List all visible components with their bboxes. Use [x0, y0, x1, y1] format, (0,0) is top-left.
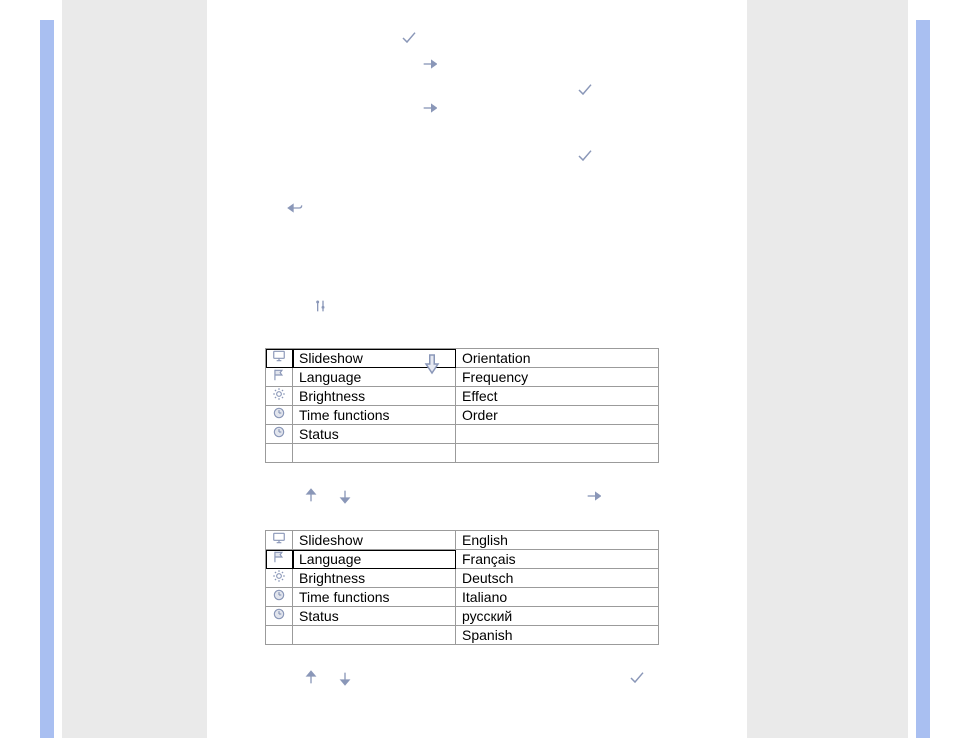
table-row: LanguageFrequency	[266, 368, 659, 387]
check-icon	[629, 670, 645, 686]
arrow-up-icon	[303, 488, 319, 504]
table-row: Statusрусский	[266, 607, 659, 626]
table-row: BrightnessEffect	[266, 387, 659, 406]
submenu-item-label: русский	[456, 607, 659, 626]
monitor-icon	[266, 531, 293, 550]
menu-item-label: Status	[293, 425, 456, 444]
check-icon	[401, 30, 417, 46]
submenu-item-label: English	[456, 531, 659, 550]
menu-item-label: Language	[293, 550, 456, 569]
submenu-item-label: Orientation	[456, 349, 659, 368]
language-settings-table: SlideshowEnglishLanguageFrançaisBrightne…	[265, 530, 659, 645]
clock-icon	[266, 425, 293, 444]
submenu-item-label: Deutsch	[456, 569, 659, 588]
arrow-down-icon	[337, 488, 353, 504]
slideshow-settings-table: SlideshowOrientationLanguageFrequencyBri…	[265, 348, 659, 463]
menu-item-label	[293, 626, 456, 645]
check-icon	[577, 148, 593, 164]
nav-row-slideshow-left	[303, 488, 353, 504]
submenu-item-label: Spanish	[456, 626, 659, 645]
table-row: Spanish	[266, 626, 659, 645]
menu-item-label	[293, 444, 456, 463]
table-row: LanguageFrançais	[266, 550, 659, 569]
nav-row-language-right	[629, 670, 645, 686]
menu-item-label: Brightness	[293, 387, 456, 406]
nav-row-language-left	[303, 670, 353, 686]
arrow-up-icon	[303, 670, 319, 686]
monitor-icon	[266, 349, 293, 368]
document-page: SlideshowOrientationLanguageFrequencyBri…	[207, 0, 747, 738]
menu-item-label: Time functions	[293, 406, 456, 425]
flag-icon	[266, 550, 293, 569]
brightness-icon	[266, 569, 293, 588]
empty-icon	[266, 626, 293, 645]
check-icon	[577, 82, 593, 98]
menu-item-label: Status	[293, 607, 456, 626]
nav-row-slideshow-right	[585, 488, 601, 504]
table-row: Status	[266, 425, 659, 444]
submenu-item-label	[456, 444, 659, 463]
submenu-item-label: Italiano	[456, 588, 659, 607]
brightness-icon	[266, 387, 293, 406]
arrow-down-overlay-icon	[423, 353, 441, 375]
submenu-item-label: Français	[456, 550, 659, 569]
menu-item-label: Time functions	[293, 588, 456, 607]
submenu-item-label: Order	[456, 406, 659, 425]
table-row: SlideshowOrientation	[266, 349, 659, 368]
arrow-right-icon	[585, 488, 601, 504]
arrow-down-icon	[337, 670, 353, 686]
arrow-back-icon	[287, 200, 303, 216]
arrow-right-icon	[421, 56, 437, 72]
table-row: Time functionsItaliano	[266, 588, 659, 607]
menu-item-label: Brightness	[293, 569, 456, 588]
menu-item-label: Slideshow	[293, 531, 456, 550]
table-row: BrightnessDeutsch	[266, 569, 659, 588]
submenu-item-label: Frequency	[456, 368, 659, 387]
clock-icon	[266, 607, 293, 626]
submenu-item-label: Effect	[456, 387, 659, 406]
settings-icon	[313, 298, 329, 314]
table-row	[266, 444, 659, 463]
table-row: SlideshowEnglish	[266, 531, 659, 550]
table-row: Time functionsOrder	[266, 406, 659, 425]
empty-icon	[266, 444, 293, 463]
page-margin-right	[916, 20, 930, 738]
clock-icon	[266, 588, 293, 607]
arrow-right-icon	[421, 100, 437, 116]
page-margin-left	[40, 20, 54, 738]
clock-icon	[266, 406, 293, 425]
flag-icon	[266, 368, 293, 387]
submenu-item-label	[456, 425, 659, 444]
